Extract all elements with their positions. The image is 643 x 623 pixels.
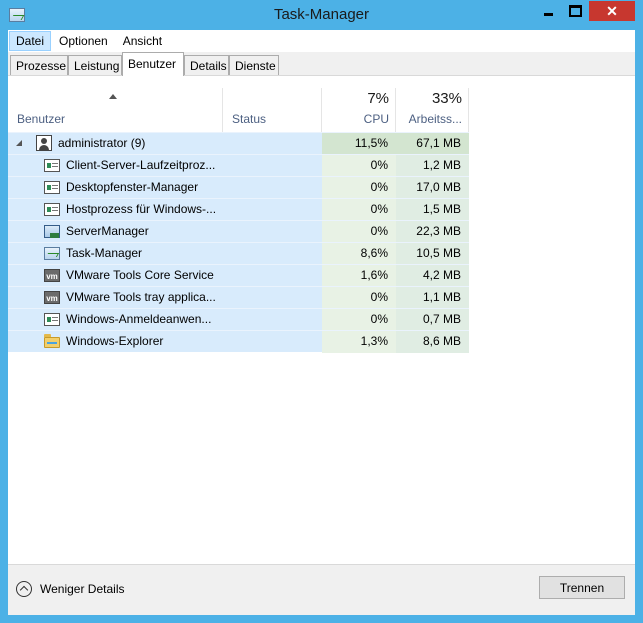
window-icon xyxy=(44,181,60,194)
process-row[interactable]: Hostprozess für Windows-... 0% 1,5 MB xyxy=(8,198,469,221)
user-memory: 67,1 MB xyxy=(396,133,469,155)
vmware-icon: vm xyxy=(44,269,60,282)
menu-datei[interactable]: Datei xyxy=(9,31,52,51)
column-header-memory[interactable]: 33% Arbeitss... xyxy=(396,88,469,132)
process-name: VMware Tools tray applica... xyxy=(66,290,216,304)
users-table: Benutzer Status 7% CPU 33% Arbeitss... a… xyxy=(8,76,635,564)
disconnect-button[interactable]: Trennen xyxy=(539,576,625,599)
window-client: Datei Optionen Ansicht Prozesse Leistung… xyxy=(8,30,635,615)
process-name: Hostprozess für Windows-... xyxy=(66,202,217,216)
process-memory: 22,3 MB xyxy=(396,221,469,243)
process-name: Windows-Explorer xyxy=(66,334,164,348)
user-group-row[interactable]: administrator (9) 11,5% 67,1 MB xyxy=(8,132,469,155)
process-name: Task-Manager xyxy=(66,246,143,260)
minimize-icon xyxy=(543,12,553,16)
tab-prozesse[interactable]: Prozesse xyxy=(10,55,68,75)
process-row[interactable]: vm VMware Tools Core Service 1,6% 4,2 MB xyxy=(8,264,469,287)
window-icon xyxy=(44,159,60,172)
process-memory: 1,1 MB xyxy=(396,287,469,309)
column-label-cpu: CPU xyxy=(363,112,389,126)
user-icon xyxy=(36,135,52,151)
process-name: ServerManager xyxy=(66,224,149,238)
process-cpu: 1,6% xyxy=(322,265,396,287)
minimize-button[interactable] xyxy=(535,1,561,21)
maximize-icon xyxy=(568,5,582,17)
process-cpu: 0% xyxy=(322,155,396,177)
task-manager-window: Task-Manager ✕ Datei Optionen Ansicht Pr… xyxy=(0,0,643,623)
process-memory: 4,2 MB xyxy=(396,265,469,287)
process-memory: 10,5 MB xyxy=(396,243,469,265)
process-cpu: 1,3% xyxy=(322,331,396,353)
close-button[interactable]: ✕ xyxy=(589,1,635,21)
server-manager-icon xyxy=(44,225,60,238)
process-cpu: 0% xyxy=(322,309,396,331)
process-cpu: 0% xyxy=(322,177,396,199)
menu-optionen[interactable]: Optionen xyxy=(52,31,115,51)
process-cpu: 0% xyxy=(322,287,396,309)
process-memory: 1,5 MB xyxy=(396,199,469,221)
process-cpu: 0% xyxy=(322,199,396,221)
sort-ascending-icon xyxy=(109,94,117,99)
tab-details[interactable]: Details xyxy=(184,55,229,75)
table-rows: administrator (9) 11,5% 67,1 MB Client-S… xyxy=(8,132,469,353)
user-name: administrator (9) xyxy=(58,136,146,150)
process-row[interactable]: Client-Server-Laufzeitproz... 0% 1,2 MB xyxy=(8,154,469,177)
process-cpu: 0% xyxy=(322,221,396,243)
cpu-total-percent: 7% xyxy=(367,90,389,107)
process-memory: 8,6 MB xyxy=(396,331,469,353)
menu-ansicht[interactable]: Ansicht xyxy=(116,31,169,51)
chevron-up-circle-icon xyxy=(16,581,32,597)
fewer-details-label: Weniger Details xyxy=(40,582,125,596)
vmware-icon: vm xyxy=(44,291,60,304)
user-cpu: 11,5% xyxy=(322,133,396,155)
process-memory: 1,2 MB xyxy=(396,155,469,177)
column-label-memory: Arbeitss... xyxy=(408,112,462,126)
footer-bar: Weniger Details Trennen xyxy=(8,564,635,615)
process-row[interactable]: Desktopfenster-Manager 0% 17,0 MB xyxy=(8,176,469,199)
process-cpu: 8,6% xyxy=(322,243,396,265)
tab-benutzer[interactable]: Benutzer xyxy=(122,52,184,76)
column-label-benutzer: Benutzer xyxy=(17,112,66,126)
process-row[interactable]: Windows-Explorer 1,3% 8,6 MB xyxy=(8,330,469,353)
folder-icon xyxy=(44,334,60,348)
column-header-status[interactable]: Status xyxy=(223,88,322,132)
process-row[interactable]: ServerManager 0% 22,3 MB xyxy=(8,220,469,243)
process-memory: 0,7 MB xyxy=(396,309,469,331)
task-manager-icon xyxy=(44,247,60,260)
memory-total-percent: 33% xyxy=(431,90,462,107)
title-bar[interactable]: Task-Manager ✕ xyxy=(0,0,643,30)
menu-bar: Datei Optionen Ansicht xyxy=(8,30,635,52)
collapse-chevron-icon[interactable] xyxy=(16,140,22,146)
process-name: Desktopfenster-Manager xyxy=(66,180,199,194)
process-memory: 17,0 MB xyxy=(396,177,469,199)
column-header-cpu[interactable]: 7% CPU xyxy=(322,88,396,132)
maximize-button[interactable] xyxy=(562,1,588,21)
window-icon xyxy=(44,313,60,326)
column-header-benutzer[interactable]: Benutzer xyxy=(8,88,223,132)
process-row[interactable]: vm VMware Tools tray applica... 0% 1,1 M… xyxy=(8,286,469,309)
window-icon xyxy=(44,203,60,216)
table-header: Benutzer Status 7% CPU 33% Arbeitss... xyxy=(8,88,469,133)
tab-leistung[interactable]: Leistung xyxy=(68,55,122,75)
process-name: Client-Server-Laufzeitproz... xyxy=(66,158,216,172)
process-name: VMware Tools Core Service xyxy=(66,268,214,282)
close-icon: ✕ xyxy=(606,2,618,19)
tab-bar: Prozesse Leistung Benutzer Details Diens… xyxy=(8,52,635,76)
tab-dienste[interactable]: Dienste xyxy=(229,55,279,75)
process-row[interactable]: Task-Manager 8,6% 10,5 MB xyxy=(8,242,469,265)
process-name: Windows-Anmeldeanwen... xyxy=(66,312,212,326)
fewer-details-toggle[interactable]: Weniger Details xyxy=(16,581,124,597)
column-label-status: Status xyxy=(232,112,267,126)
process-row[interactable]: Windows-Anmeldeanwen... 0% 0,7 MB xyxy=(8,308,469,331)
